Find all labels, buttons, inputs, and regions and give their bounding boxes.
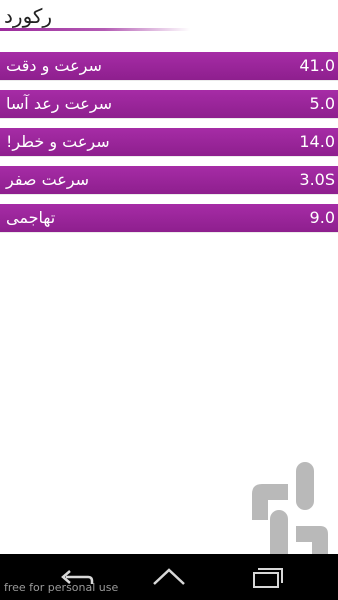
- record-row[interactable]: سرعت صفر 3.0S: [0, 166, 338, 194]
- record-name: سرعت و دقت: [6, 56, 102, 75]
- record-row[interactable]: تهاجمی 9.0: [0, 204, 338, 232]
- watermark: free for personal use: [4, 581, 119, 594]
- record-value: 5.0: [309, 94, 335, 113]
- recent-apps-icon[interactable]: [247, 564, 287, 590]
- record-name: سرعت رعد آسا: [6, 94, 113, 113]
- records-list: سرعت و دقت 41.0 سرعت رعد آسا 5.0 سرعت و …: [0, 52, 338, 242]
- record-row[interactable]: سرعت و خطر! 14.0: [0, 128, 338, 156]
- record-row[interactable]: سرعت رعد آسا 5.0: [0, 90, 338, 118]
- record-value: 14.0: [299, 132, 335, 151]
- header-underline: [0, 28, 190, 31]
- header: رکورد: [0, 0, 338, 34]
- record-row[interactable]: سرعت و دقت 41.0: [0, 52, 338, 80]
- record-name: تهاجمی: [6, 208, 56, 227]
- record-value: 9.0: [309, 208, 335, 227]
- record-value: 3.0S: [299, 170, 335, 189]
- record-name: سرعت و خطر!: [6, 132, 110, 151]
- record-name: سرعت صفر: [6, 170, 90, 189]
- record-value: 41.0: [299, 56, 335, 75]
- home-icon[interactable]: [149, 564, 189, 590]
- page-title: رکورد: [4, 4, 53, 28]
